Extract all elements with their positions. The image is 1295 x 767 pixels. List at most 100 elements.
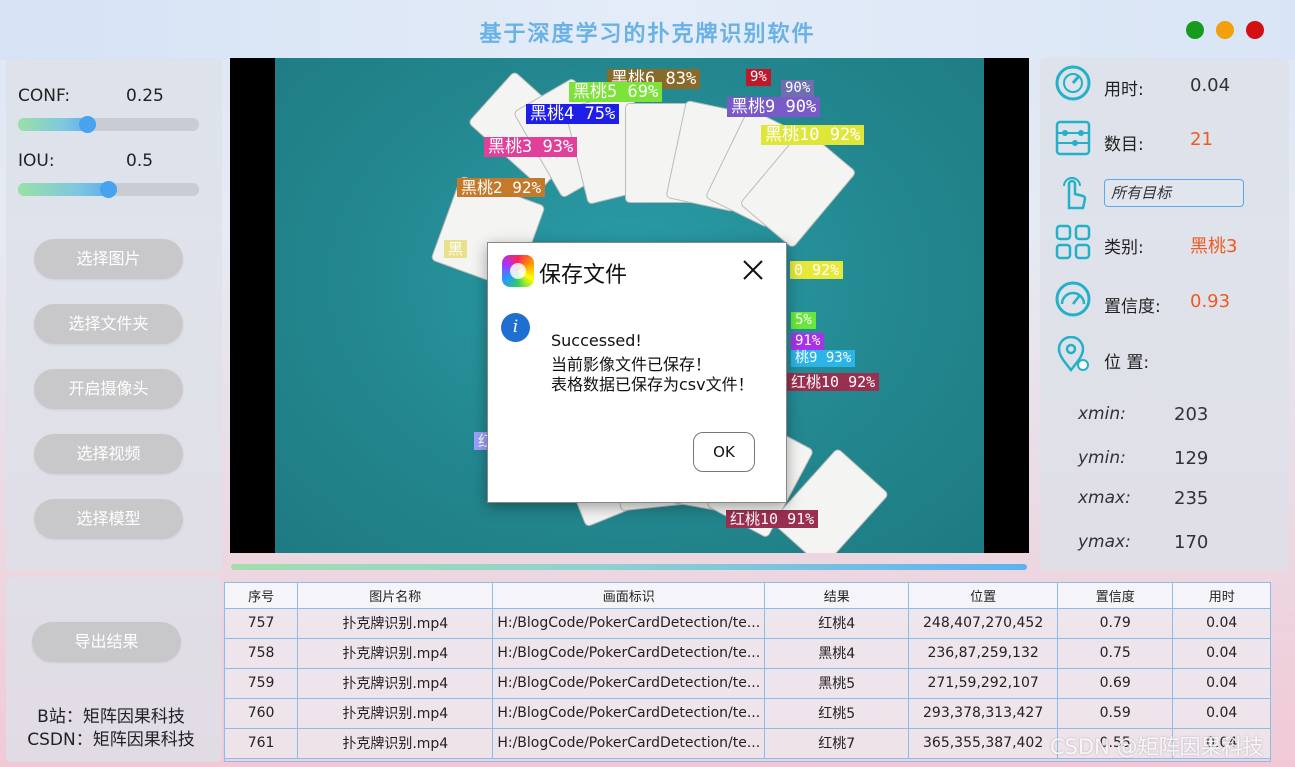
- table-cell[interactable]: 扑克牌识别.mp4: [297, 668, 494, 699]
- minimize-button[interactable]: [1186, 21, 1204, 39]
- class-label: 类别:: [1104, 238, 1144, 258]
- table-cell[interactable]: H:/BlogCode/PokerCardDetection/te...: [492, 728, 766, 759]
- table-cell[interactable]: 0.79: [1057, 608, 1174, 639]
- table-cell[interactable]: 黑桃4: [764, 638, 910, 669]
- table-cell[interactable]: 扑克牌识别.mp4: [297, 608, 494, 639]
- table-cell[interactable]: 0.04: [1172, 668, 1271, 699]
- table-cell[interactable]: H:/BlogCode/PokerCardDetection/te...: [492, 638, 766, 669]
- ymax-label: ymax:: [1078, 532, 1131, 552]
- table-cell[interactable]: 红桃7: [764, 728, 910, 759]
- maximize-button[interactable]: [1216, 21, 1234, 39]
- table-row[interactable]: 760 扑克牌识别.mp4 H:/BlogCode/PokerCardDetecti…: [225, 698, 1271, 729]
- time-label: 用时:: [1104, 80, 1144, 100]
- table-cell[interactable]: 236,87,259,132: [908, 638, 1059, 669]
- iou-slider[interactable]: [18, 181, 199, 198]
- table-cell[interactable]: 扑克牌识别.mp4: [297, 638, 494, 669]
- class-value: 黑桃3: [1190, 236, 1238, 257]
- credit-csdn: CSDN：矩阵因果科技: [27, 730, 195, 750]
- detection-label: 90%: [781, 80, 815, 97]
- table-cell[interactable]: 759: [225, 668, 299, 699]
- count-label: 数目:: [1104, 135, 1144, 155]
- conf-slider[interactable]: [18, 116, 199, 133]
- abacus-count-icon: [1055, 120, 1091, 156]
- table-cell[interactable]: 0.59: [1057, 698, 1174, 729]
- column-header[interactable]: 结果: [764, 583, 910, 609]
- close-button[interactable]: [1246, 21, 1264, 39]
- xmax-value: 235: [1174, 488, 1209, 509]
- table-cell[interactable]: 271,59,292,107: [908, 668, 1059, 699]
- table-cell[interactable]: 365,355,387,402: [908, 728, 1059, 759]
- detection-label: 红桃10 92%: [787, 373, 880, 391]
- export-results-button[interactable]: 导出结果: [32, 622, 181, 662]
- conf-slider-handle[interactable]: [79, 116, 96, 133]
- detection-label: 5%: [791, 312, 816, 329]
- select-image-button[interactable]: 选择图片: [34, 239, 183, 279]
- table-cell[interactable]: 扑克牌识别.mp4: [297, 728, 494, 759]
- xmax-label: xmax:: [1078, 488, 1131, 508]
- table-cell[interactable]: 760: [225, 698, 299, 729]
- detection-label: 桃9 93%: [791, 350, 856, 367]
- table-cell[interactable]: H:/BlogCode/PokerCardDetection/te...: [492, 698, 766, 729]
- table-cell[interactable]: 0.04: [1172, 608, 1271, 639]
- table-row[interactable]: 758 扑克牌识别.mp4 H:/BlogCode/PokerCardDetecti…: [225, 638, 1271, 669]
- timer-gauge-icon: [1055, 65, 1091, 101]
- table-cell[interactable]: 757: [225, 608, 299, 639]
- table-cell[interactable]: 红桃4: [764, 608, 910, 639]
- conf-label: CONF:: [18, 86, 71, 106]
- table-cell[interactable]: H:/BlogCode/PokerCardDetection/te...: [492, 668, 766, 699]
- iou-label: IOU:: [18, 151, 55, 171]
- column-header[interactable]: 位置: [908, 583, 1059, 609]
- select-model-button[interactable]: 选择模型: [34, 499, 183, 539]
- confidence-gauge-icon: [1055, 281, 1091, 317]
- save-file-dialog: 保存文件 i Successed! 当前影像文件已保存！ 表格数据已保存为csv…: [487, 242, 787, 503]
- select-folder-button[interactable]: 选择文件夹: [34, 304, 183, 344]
- table-cell[interactable]: 黑桃5: [764, 668, 910, 699]
- ok-button[interactable]: OK: [693, 432, 755, 472]
- detection-label: 黑桃3 93%: [484, 137, 578, 157]
- detection-label: 0 92%: [790, 261, 844, 279]
- table-cell[interactable]: 扑克牌识别.mp4: [297, 698, 494, 729]
- table-header-row: 序号 图片名称 画面标识 结果 位置 置信度 用时: [225, 583, 1271, 609]
- table-cell[interactable]: 0.75: [1057, 638, 1174, 669]
- table-cell[interactable]: 761: [225, 728, 299, 759]
- detection-label: 黑桃10 92%: [761, 125, 865, 145]
- title-bar: 基于深度学习的扑克牌识别软件: [0, 0, 1295, 60]
- target-select-dropdown[interactable]: 所有目标: [1104, 179, 1244, 207]
- video-progress-bar[interactable]: [231, 564, 1027, 570]
- count-value: 21: [1190, 129, 1213, 150]
- conf-value: 0.25: [126, 86, 164, 106]
- credit-bilibili: B站：矩阵因果科技: [37, 707, 185, 727]
- table-cell[interactable]: 0.69: [1057, 668, 1174, 699]
- table-cell[interactable]: 248,407,270,452: [908, 608, 1059, 639]
- table-cell[interactable]: 红桃5: [764, 698, 910, 729]
- table-cell[interactable]: 0.04: [1172, 698, 1271, 729]
- table-cell[interactable]: 758: [225, 638, 299, 669]
- dialog-message-line1: Successed!: [551, 331, 642, 350]
- column-header[interactable]: 用时: [1172, 583, 1271, 609]
- info-icon: i: [501, 313, 530, 342]
- position-label: 位 置:: [1104, 353, 1150, 373]
- app-logo-icon: [502, 255, 534, 287]
- iou-slider-handle[interactable]: [100, 181, 117, 198]
- detection-label: 黑: [444, 240, 468, 258]
- xmin-label: xmin:: [1078, 404, 1126, 424]
- column-header[interactable]: 置信度: [1057, 583, 1174, 609]
- ymin-value: 129: [1174, 448, 1209, 469]
- dialog-title: 保存文件: [539, 263, 628, 288]
- select-video-button[interactable]: 选择视频: [34, 434, 183, 474]
- detection-label: 红桃10 91%: [726, 510, 819, 528]
- column-header[interactable]: 图片名称: [297, 583, 494, 609]
- table-row[interactable]: 759 扑克牌识别.mp4 H:/BlogCode/PokerCardDetecti…: [225, 668, 1271, 699]
- table-cell[interactable]: 0.04: [1172, 638, 1271, 669]
- xmin-value: 203: [1174, 404, 1209, 425]
- ymax-value: 170: [1174, 532, 1209, 553]
- iou-value: 0.5: [126, 151, 154, 171]
- column-header[interactable]: 画面标识: [492, 583, 766, 609]
- touch-select-icon: [1063, 177, 1087, 210]
- dialog-close-icon[interactable]: [738, 255, 768, 285]
- table-row[interactable]: 757 扑克牌识别.mp4 H:/BlogCode/PokerCardDetecti…: [225, 608, 1271, 639]
- table-cell[interactable]: 293,378,313,427: [908, 698, 1059, 729]
- table-cell[interactable]: H:/BlogCode/PokerCardDetection/te...: [492, 608, 766, 639]
- column-header[interactable]: 序号: [225, 583, 299, 609]
- open-camera-button[interactable]: 开启摄像头: [34, 369, 183, 409]
